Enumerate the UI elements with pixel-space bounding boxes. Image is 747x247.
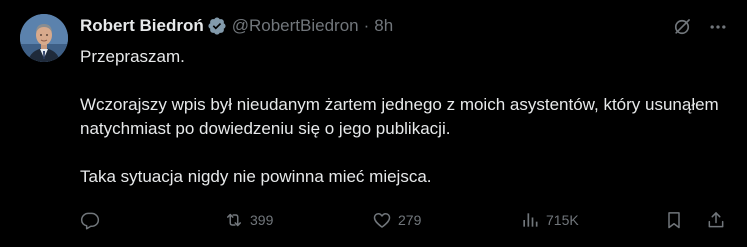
display-name[interactable]: Robert Biedroń [80,14,204,38]
views-icon [523,213,538,227]
bookmark-button[interactable] [664,206,684,234]
grok-icon[interactable] [671,16,693,38]
heart-icon [373,213,391,228]
action-bar: 399 279 715K [80,206,731,234]
tweet[interactable]: Robert Biedroń @RobertBiedron · 8h Przep… [0,0,747,247]
timestamp[interactable]: 8h [374,14,393,38]
share-button[interactable] [706,206,726,234]
repost-count: 399 [250,212,274,228]
repost-button[interactable]: 399 [224,206,273,234]
like-button[interactable]: 279 [372,206,421,234]
more-options-icon[interactable] [707,16,729,38]
verified-badge-icon[interactable] [207,16,227,36]
repost-icon [227,213,241,227]
top-actions [671,16,729,38]
handle[interactable]: @RobertBiedron [232,14,359,38]
tweet-paragraph: Przepraszam. [80,47,185,66]
share-icon [708,212,724,228]
bookmark-icon [668,212,680,229]
views-count: 715K [546,212,579,228]
views-button[interactable]: 715K [520,206,579,234]
tweet-text: Przepraszam. Wczorajszy wpis był nieudan… [80,45,720,189]
avatar[interactable] [20,14,68,62]
tweet-paragraph: Taka sytuacja nigdy nie powinna mieć mie… [80,167,432,186]
tweet-paragraph: Wczorajszy wpis był nieudanym żartem jed… [80,95,719,138]
avatar-image [20,14,68,62]
reply-icon [80,212,100,230]
tweet-header: Robert Biedroń @RobertBiedron · 8h [80,14,393,38]
like-count: 279 [398,212,422,228]
reply-button[interactable] [80,206,106,234]
separator: · [363,16,370,35]
